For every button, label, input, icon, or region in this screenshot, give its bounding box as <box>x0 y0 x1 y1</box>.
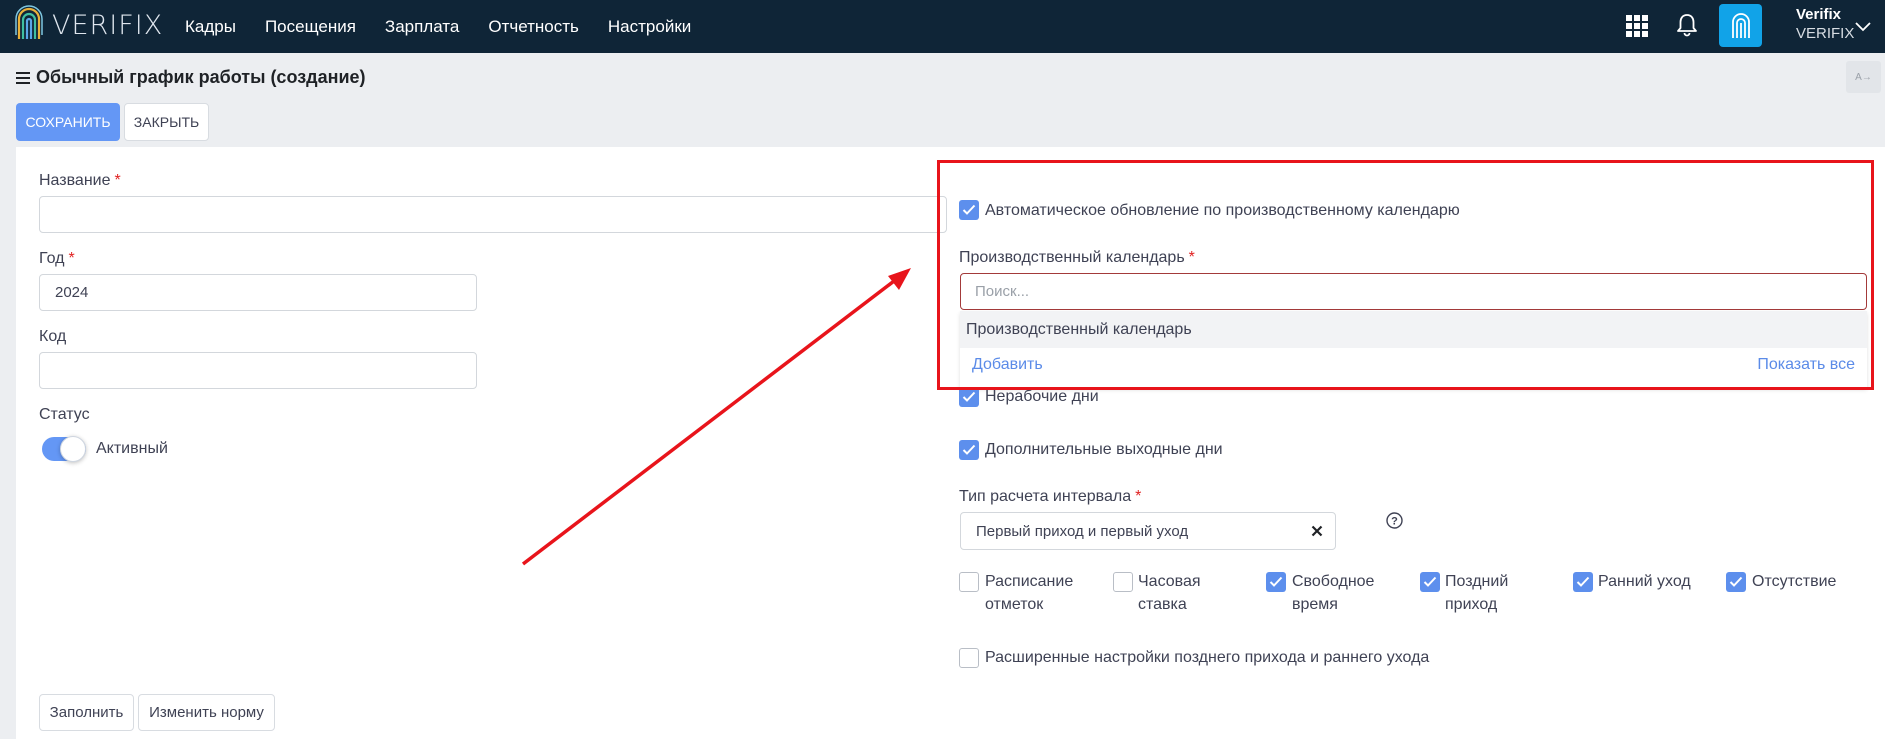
extended-settings-label: Расширенные настройки позднего прихода и… <box>985 649 1430 666</box>
show-all-link[interactable]: Показать все <box>1757 356 1855 374</box>
bell-icon[interactable] <box>1676 13 1698 37</box>
option-checkbox-mark-schedule[interactable] <box>959 572 979 592</box>
apps-grid-icon[interactable] <box>1626 15 1648 37</box>
code-label: Код <box>39 328 67 345</box>
code-input[interactable] <box>39 352 477 389</box>
check-icon <box>1576 576 1590 587</box>
nonworking-days-checkbox[interactable] <box>959 387 979 407</box>
calendar-search-input[interactable]: Поиск... <box>960 273 1867 310</box>
name-input[interactable] <box>39 196 947 233</box>
user-menu[interactable]: Verifix VERIFIX <box>1796 6 1854 43</box>
user-org: VERIFIX <box>1796 25 1855 42</box>
option-label-free-time: Свободное время <box>1292 573 1375 613</box>
year-label: Год * <box>39 250 75 267</box>
user-name: Verifix <box>1796 6 1842 23</box>
check-icon <box>1423 576 1437 587</box>
nav-item-settings[interactable]: Настройки <box>608 17 691 37</box>
check-icon <box>1269 576 1283 587</box>
close-button[interactable]: ЗАКРЫТЬ <box>124 103 209 141</box>
logo[interactable]: VERIFIX <box>14 5 163 45</box>
year-input[interactable]: 2024 <box>39 274 477 311</box>
change-norm-button[interactable]: Изменить норму <box>138 694 275 731</box>
form-card <box>16 147 1885 739</box>
dropdown-option[interactable]: Производственный календарь <box>960 311 1867 348</box>
option-label-absence: Отсутствие <box>1752 573 1837 590</box>
option-label-hourly-rate: Часовая ставка <box>1138 573 1201 613</box>
nav-item-salary[interactable]: Зарплата <box>385 17 459 37</box>
option-label-early-leave: Ранний уход <box>1598 573 1691 590</box>
status-label: Статус <box>39 406 90 423</box>
option-checkbox-hourly-rate[interactable] <box>1113 572 1133 592</box>
auto-update-label: Автоматическое обновление по производств… <box>985 202 1460 219</box>
nonworking-days-label: Нерабочие дни <box>985 388 1099 405</box>
svg-text:?: ? <box>1391 516 1398 528</box>
option-checkbox-late-arrival[interactable] <box>1420 572 1440 592</box>
option-label-late-arrival: Поздний приход <box>1445 573 1509 613</box>
hamburger-menu-icon[interactable] <box>16 71 30 84</box>
extra-days-off-checkbox[interactable] <box>959 440 979 460</box>
close-icon[interactable] <box>1311 525 1323 537</box>
status-value: Активный <box>96 440 168 457</box>
option-checkbox-early-leave[interactable] <box>1573 572 1593 592</box>
interval-type-value: Первый приход и первый уход <box>976 522 1189 540</box>
extended-settings-checkbox[interactable] <box>959 648 979 668</box>
check-icon <box>962 391 976 402</box>
auto-update-checkbox[interactable] <box>959 200 979 220</box>
status-toggle[interactable] <box>42 436 86 462</box>
fill-button[interactable]: Заполнить <box>39 694 134 731</box>
fingerprint-logo-icon <box>15 5 43 39</box>
translate-button[interactable]: A→ <box>1846 61 1881 93</box>
toggle-knob <box>60 436 86 462</box>
chevron-down-icon[interactable] <box>1855 22 1871 32</box>
fingerprint-icon <box>1731 12 1750 38</box>
check-icon <box>1729 576 1743 587</box>
page-title: Обычный график работы (создание) <box>36 67 366 87</box>
logo-text: VERIFIX <box>52 9 164 41</box>
translate-icon: A→ <box>1855 71 1872 83</box>
avatar[interactable] <box>1719 4 1762 47</box>
main-menu: Кадры Посещения Зарплата Отчетность Наст… <box>185 0 720 53</box>
page-header: Обычный график работы (создание) <box>16 67 366 88</box>
option-checkbox-free-time[interactable] <box>1266 572 1286 592</box>
check-icon <box>962 444 976 455</box>
help-icon[interactable]: ? <box>1386 512 1403 529</box>
save-button[interactable]: СОХРАНИТЬ <box>16 103 120 141</box>
calendar-dropdown: Производственный календарь Добавить Пока… <box>960 311 1867 388</box>
extra-days-off-label: Дополнительные выходные дни <box>985 441 1223 458</box>
top-navbar: VERIFIX Кадры Посещения Зарплата Отчетно… <box>0 0 1885 53</box>
option-checkbox-absence[interactable] <box>1726 572 1746 592</box>
nav-item-attendance[interactable]: Посещения <box>265 17 356 37</box>
nav-item-reports[interactable]: Отчетность <box>488 17 579 37</box>
name-label: Название * <box>39 172 121 189</box>
nav-item-staff[interactable]: Кадры <box>185 17 236 37</box>
interval-type-select[interactable]: Первый приход и первый уход <box>960 512 1336 550</box>
check-icon <box>962 204 976 215</box>
option-label-mark-schedule: Расписание отметок <box>985 573 1074 613</box>
add-link[interactable]: Добавить <box>972 356 1043 374</box>
interval-type-label: Тип расчета интервала * <box>959 488 1142 505</box>
calendar-label: Производственный календарь * <box>959 249 1195 266</box>
